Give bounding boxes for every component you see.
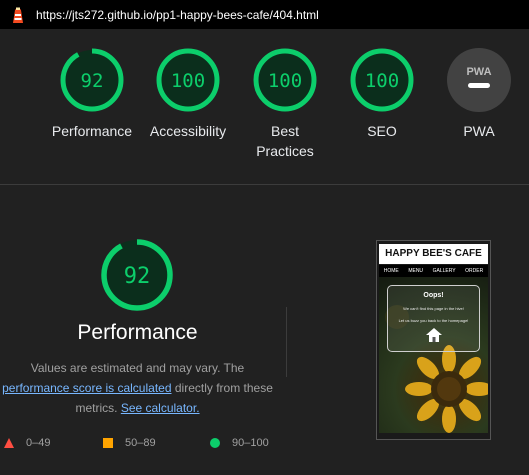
thumb-error-card: Oops! We can't find this page in the hiv… <box>387 285 480 352</box>
pwa-badge-icon: PWA <box>447 48 511 112</box>
page-url[interactable]: https://jts272.github.io/pp1-happy-bees-… <box>36 8 319 22</box>
gauge-accessibility[interactable]: 100 Accessibility <box>133 47 243 141</box>
desc-line-2: directly from these <box>174 381 273 395</box>
gauge-label: Performance <box>51 123 133 139</box>
vertical-divider <box>286 307 287 377</box>
thumb-sunflower-background: Oops! We can't find this page in the hiv… <box>379 277 488 433</box>
legend-pass: 90–100 <box>210 435 269 451</box>
gauge-ring: 92 <box>60 48 124 112</box>
performance-description: Values are estimated and may vary. The p… <box>0 358 275 418</box>
gauge-score: 100 <box>268 70 302 92</box>
circle-icon <box>210 438 220 448</box>
gauge-label: Accessibility <box>149 123 227 139</box>
thumb-message: We can't find this page in the hive! <box>403 306 464 311</box>
performance-score: 92 <box>124 264 151 289</box>
thumb-oops-heading: Oops! <box>423 292 444 299</box>
category-gauges: 92 Performance 100 Accessibility 100 Bes… <box>0 29 529 184</box>
desc-line-1: Values are estimated and may vary. The <box>30 361 245 375</box>
legend-fail: 0–49 <box>4 435 50 451</box>
gauge-seo[interactable]: 100 SEO <box>327 47 437 141</box>
gauge-ring: 100 <box>253 48 317 112</box>
gauge-best-practices[interactable]: 100 Best Practices <box>230 47 340 161</box>
triangle-icon <box>4 438 14 448</box>
performance-title: Performance <box>77 321 198 344</box>
legend-average-label: 50–89 <box>125 437 156 449</box>
thumb-nav-item: ORDER <box>465 268 484 274</box>
gauge-label: PWA <box>463 123 495 139</box>
gauge-pwa[interactable]: PWA PWA <box>424 47 529 141</box>
legend-pass-label: 90–100 <box>232 437 269 449</box>
performance-gauge-ring: 92 <box>101 239 173 311</box>
desc-line-3: metrics. <box>75 401 118 415</box>
square-icon <box>103 438 113 448</box>
thumb-nav-item: MENU <box>408 268 424 274</box>
gauge-label: SEO <box>367 123 397 139</box>
pwa-badge-text: PWA <box>466 66 491 78</box>
thumb-site-title: HAPPY BEE'S CAFE <box>379 244 488 264</box>
score-calculated-link[interactable]: performance score is calculated <box>2 381 171 395</box>
gauge-ring: 100 <box>156 48 220 112</box>
lighthouse-icon <box>11 6 25 24</box>
legend-average: 50–89 <box>103 435 156 451</box>
url-bar: https://jts272.github.io/pp1-happy-bees-… <box>0 0 529 29</box>
section-divider <box>0 184 529 185</box>
gauge-score: 100 <box>365 70 399 92</box>
thumb-message-2: Let us buzz you back to the homepage! <box>398 318 469 323</box>
gauge-performance[interactable]: 92 Performance <box>37 47 147 141</box>
thumb-nav-item: HOME <box>383 268 399 274</box>
page-screenshot-thumbnail[interactable]: HAPPY BEE'S CAFE HOME MENU GALLERY ORDER <box>376 240 491 440</box>
gauge-score: 100 <box>171 70 205 92</box>
gauge-ring: 100 <box>350 48 414 112</box>
home-icon <box>388 328 479 347</box>
thumb-nav-item: GALLERY <box>432 268 456 274</box>
gauge-label: Best Practices <box>256 123 314 159</box>
gauge-score: 92 <box>81 70 104 92</box>
see-calculator-link[interactable]: See calculator. <box>121 401 200 415</box>
legend-fail-label: 0–49 <box>26 437 51 449</box>
performance-gauge: 92 <box>99 237 175 313</box>
thumb-nav: HOME MENU GALLERY ORDER <box>379 265 488 277</box>
